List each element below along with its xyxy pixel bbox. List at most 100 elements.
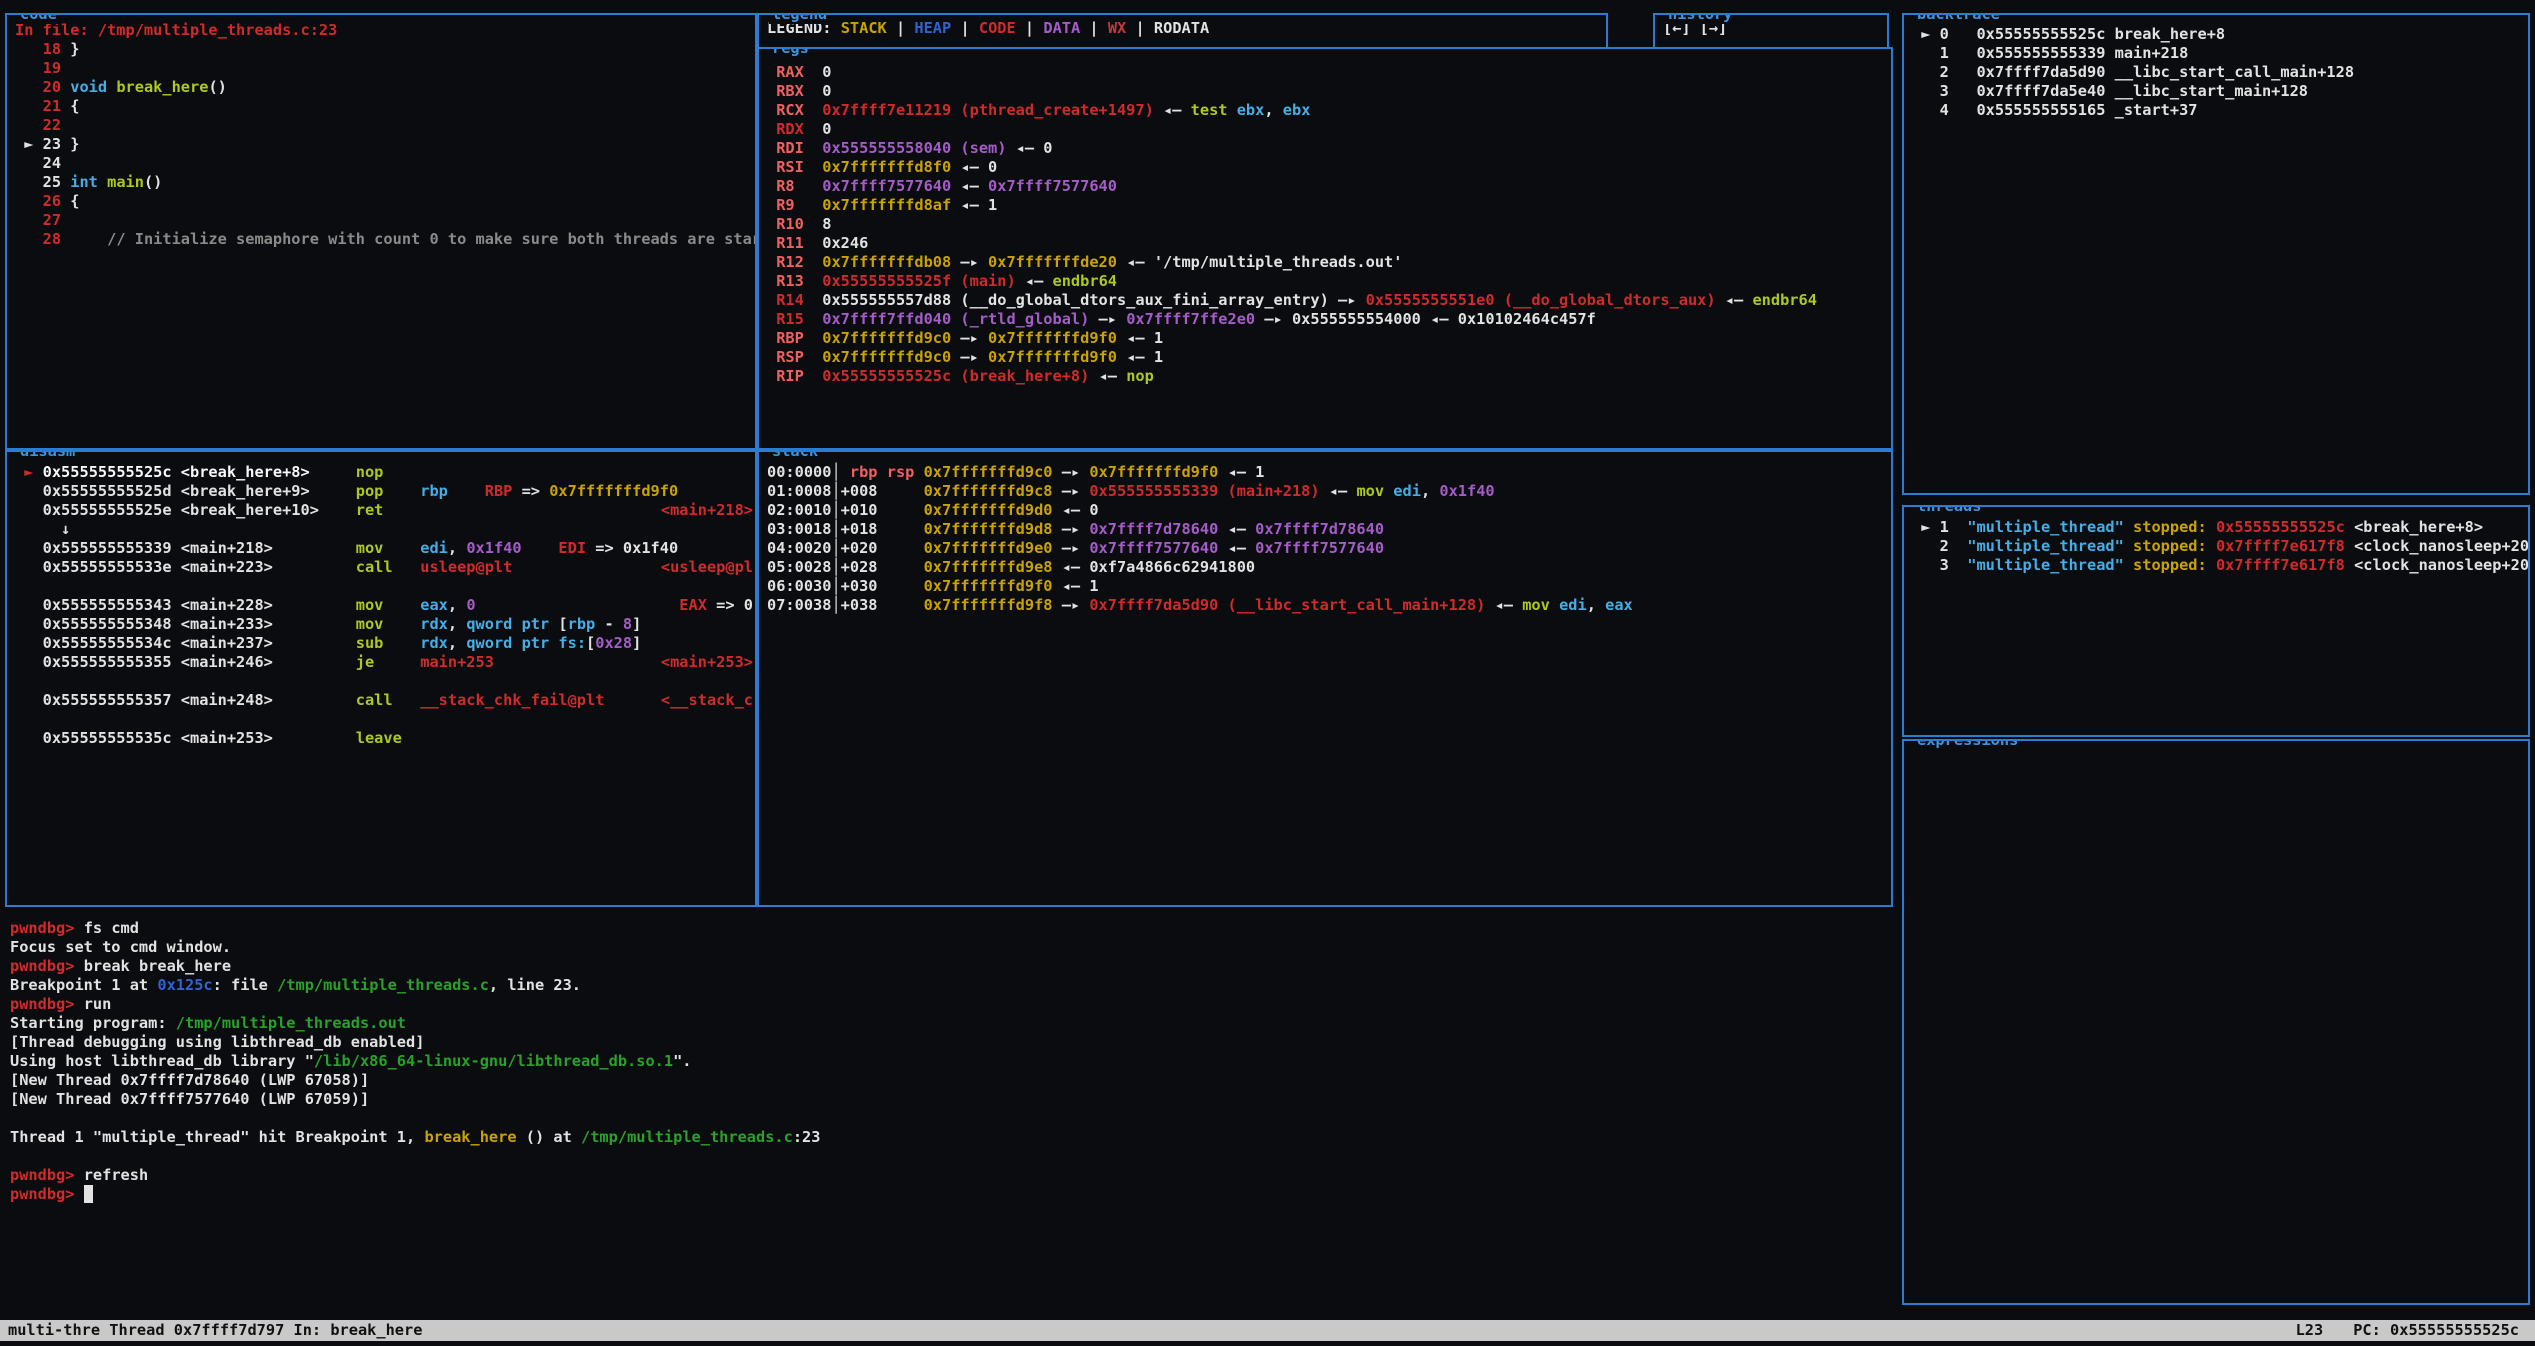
- code-source-listing: In file: /tmp/multiple_threads.c:23 18 }…: [7, 15, 755, 448]
- text-line: [15, 577, 755, 596]
- text-line: 07:0038│+038 0x7fffffffd9f8 —▸ 0x7ffff7d…: [767, 596, 1891, 615]
- disassembly-listing: ► 0x55555555525c <break_here+8> nop 0x55…: [7, 452, 755, 905]
- text-line: R8 0x7ffff7577640 ◂— 0x7ffff7577640: [767, 177, 1891, 196]
- text-line: LEGEND: STACK | HEAP | CODE | DATA | WX …: [767, 19, 1606, 38]
- text-line: 0x55555555525e <break_here+10> ret<main+…: [15, 501, 755, 520]
- text-line: R10 8: [767, 215, 1891, 234]
- text-line: pwndbg>: [10, 1185, 1890, 1204]
- text-line: 28 // Initialize semaphore with count 0 …: [15, 230, 755, 249]
- legend-content: LEGEND: STACK | HEAP | CODE | DATA | WX …: [759, 15, 1606, 47]
- text-line: RIP 0x55555555525c (break_here+8) ◂— nop: [767, 367, 1891, 386]
- status-location-info: L23 PC: 0x55555555525c: [2266, 1320, 2519, 1341]
- text-line: ► 23 }: [15, 135, 755, 154]
- text-line: 04:0020│+020 0x7fffffffd9e0 —▸ 0x7ffff75…: [767, 539, 1891, 558]
- text-line: Breakpoint 1 at 0x125c: file /tmp/multip…: [10, 976, 1890, 995]
- registers-list: RAX 0 RBX 0 RCX 0x7ffff7e11219 (pthread_…: [759, 49, 1891, 448]
- text-line: 2 "multiple_thread" stopped: 0x7ffff7e61…: [1912, 537, 2528, 556]
- text-line: 0x55555555535c <main+253> leave: [15, 729, 755, 748]
- text-line: 21 {: [15, 97, 755, 116]
- threads-panel-title: threads: [1914, 505, 1984, 516]
- stack-panel-title: stack: [769, 450, 821, 461]
- text-line: RAX 0: [767, 63, 1891, 82]
- text-line: 0x555555555339 <main+218> mov edi, 0x1f4…: [15, 539, 755, 558]
- text-line: pwndbg> break break_here: [10, 957, 1890, 976]
- text-line: RDI 0x555555558040 (sem) ◂— 0: [767, 139, 1891, 158]
- stack-panel: stack 00:0000│ rbp rsp 0x7fffffffd9c0 —▸…: [757, 450, 1893, 907]
- text-line: 3 0x7ffff7da5e40 __libc_start_main+128: [1912, 82, 2528, 101]
- text-line: 03:0018│+018 0x7fffffffd9d8 —▸ 0x7ffff7d…: [767, 520, 1891, 539]
- text-line: 0x55555555534c <main+237> sub rdx, qword…: [15, 634, 755, 653]
- text-line: 0x555555555357 <main+248> call __stack_c…: [15, 691, 755, 710]
- expressions-panel: expressions: [1902, 739, 2530, 1305]
- text-line: 06:0030│+030 0x7fffffffd9f0 ◂— 1: [767, 577, 1891, 596]
- text-line: Starting program: /tmp/multiple_threads.…: [10, 1014, 1890, 1033]
- text-line: [Thread debugging using libthread_db ena…: [10, 1033, 1890, 1052]
- text-line: ► 0x55555555525c <break_here+8> nop: [15, 463, 755, 482]
- expressions-content: [1904, 741, 2528, 1303]
- text-line: R11 0x246: [767, 234, 1891, 253]
- text-line: 3 "multiple_thread" stopped: 0x7ffff7e61…: [1912, 556, 2528, 575]
- text-line: RSP 0x7fffffffd9c0 —▸ 0x7fffffffd9f0 ◂— …: [767, 348, 1891, 367]
- text-line: 0x55555555525d <break_here+9> pop rbp RB…: [15, 482, 755, 501]
- registers-panel: regs RAX 0 RBX 0 RCX 0x7ffff7e11219 (pth…: [757, 47, 1893, 450]
- text-line: 18 }: [15, 40, 755, 59]
- disassembly-panel-title: disasm: [17, 450, 78, 461]
- text-line: Focus set to cmd window.: [10, 938, 1890, 957]
- text-line: R15 0x7ffff7ffd040 (_rtld_global) —▸ 0x7…: [767, 310, 1891, 329]
- text-line: 27: [15, 211, 755, 230]
- text-line: pwndbg> refresh: [10, 1166, 1890, 1185]
- expressions-panel-title: expressions: [1914, 739, 2021, 750]
- code-panel-title: code: [17, 13, 60, 24]
- threads-panel: threads ► 1 "multiple_thread" stopped: 0…: [1902, 505, 2530, 737]
- text-line: 01:0008│+008 0x7fffffffd9c8 —▸ 0x5555555…: [767, 482, 1891, 501]
- registers-panel-title: regs: [769, 47, 812, 58]
- text-line: 05:0028│+028 0x7fffffffd9e8 ◂— 0xf7a4866…: [767, 558, 1891, 577]
- stack-listing: 00:0000│ rbp rsp 0x7fffffffd9c0 —▸ 0x7ff…: [759, 452, 1891, 905]
- text-line: [New Thread 0x7ffff7d78640 (LWP 67058)]: [10, 1071, 1890, 1090]
- status-line-number: L23: [2296, 1321, 2324, 1339]
- text-line: 0x555555555343 <main+228> mov eax, 0EAX …: [15, 596, 755, 615]
- status-thread-info: multi-thre Thread 0x7ffff7d797 In: break…: [8, 1320, 422, 1341]
- text-line: 4 0x555555555165 _start+37: [1912, 101, 2528, 120]
- text-line: [15, 710, 755, 729]
- text-line: 19: [15, 59, 755, 78]
- backtrace-panel-title: backtrace: [1914, 13, 2003, 24]
- pwndbg-debugger-screen: code In file: /tmp/multiple_threads.c:23…: [0, 0, 2535, 1346]
- text-line: 2 0x7ffff7da5d90 __libc_start_call_main+…: [1912, 63, 2528, 82]
- text-line: [10, 1109, 1890, 1128]
- text-line: R14 0x555555557d88 (__do_global_dtors_au…: [767, 291, 1891, 310]
- text-line: 20 void break_here(): [15, 78, 755, 97]
- text-line: 00:0000│ rbp rsp 0x7fffffffd9c0 —▸ 0x7ff…: [767, 463, 1891, 482]
- legend-panel-title: legend: [769, 13, 830, 24]
- gdb-command-terminal[interactable]: pwndbg> fs cmdFocus set to cmd window.pw…: [10, 919, 1890, 1204]
- text-line: 25 int main(): [15, 173, 755, 192]
- history-panel-title: history: [1665, 13, 1735, 24]
- text-line: ► 0 0x55555555525c break_here+8: [1912, 25, 2528, 44]
- text-line: 0x555555555355 <main+246> je main+253<ma…: [15, 653, 755, 672]
- text-line: 24: [15, 154, 755, 173]
- text-line: RCX 0x7ffff7e11219 (pthread_create+1497)…: [767, 101, 1891, 120]
- text-line: Using host libthread_db library "/lib/x8…: [10, 1052, 1890, 1071]
- text-line: RSI 0x7fffffffd8f0 ◂— 0: [767, 158, 1891, 177]
- disassembly-panel: disasm ► 0x55555555525c <break_here+8> n…: [5, 450, 757, 907]
- text-line: 0x55555555533e <main+223> call usleep@pl…: [15, 558, 755, 577]
- history-panel: history [←][→]: [1653, 13, 1889, 47]
- text-line: ↓: [15, 520, 755, 539]
- text-line: 0x555555555348 <main+233> mov rdx, qword…: [15, 615, 755, 634]
- backtrace-panel: backtrace ► 0 0x55555555525c break_here+…: [1902, 13, 2530, 495]
- text-line: RBP 0x7fffffffd9c0 —▸ 0x7fffffffd9f0 ◂— …: [767, 329, 1891, 348]
- text-line: ► 1 "multiple_thread" stopped: 0x5555555…: [1912, 518, 2528, 537]
- threads-list: ► 1 "multiple_thread" stopped: 0x5555555…: [1904, 507, 2528, 735]
- text-line: [New Thread 0x7ffff7577640 (LWP 67059)]: [10, 1090, 1890, 1109]
- text-line: R12 0x7fffffffdb08 —▸ 0x7fffffffde20 ◂— …: [767, 253, 1891, 272]
- status-pc-value: PC: 0x55555555525c: [2353, 1321, 2519, 1339]
- text-line: Thread 1 "multiple_thread" hit Breakpoin…: [10, 1128, 1890, 1147]
- text-line: RDX 0: [767, 120, 1891, 139]
- text-line: 22: [15, 116, 755, 135]
- status-bar: multi-thre Thread 0x7ffff7d797 In: break…: [0, 1320, 2535, 1341]
- text-line: RBX 0: [767, 82, 1891, 101]
- code-panel: code In file: /tmp/multiple_threads.c:23…: [5, 13, 757, 450]
- backtrace-list: ► 0 0x55555555525c break_here+8 1 0x5555…: [1904, 15, 2528, 493]
- text-line: pwndbg> run: [10, 995, 1890, 1014]
- legend-panel: legend LEGEND: STACK | HEAP | CODE | DAT…: [757, 13, 1608, 47]
